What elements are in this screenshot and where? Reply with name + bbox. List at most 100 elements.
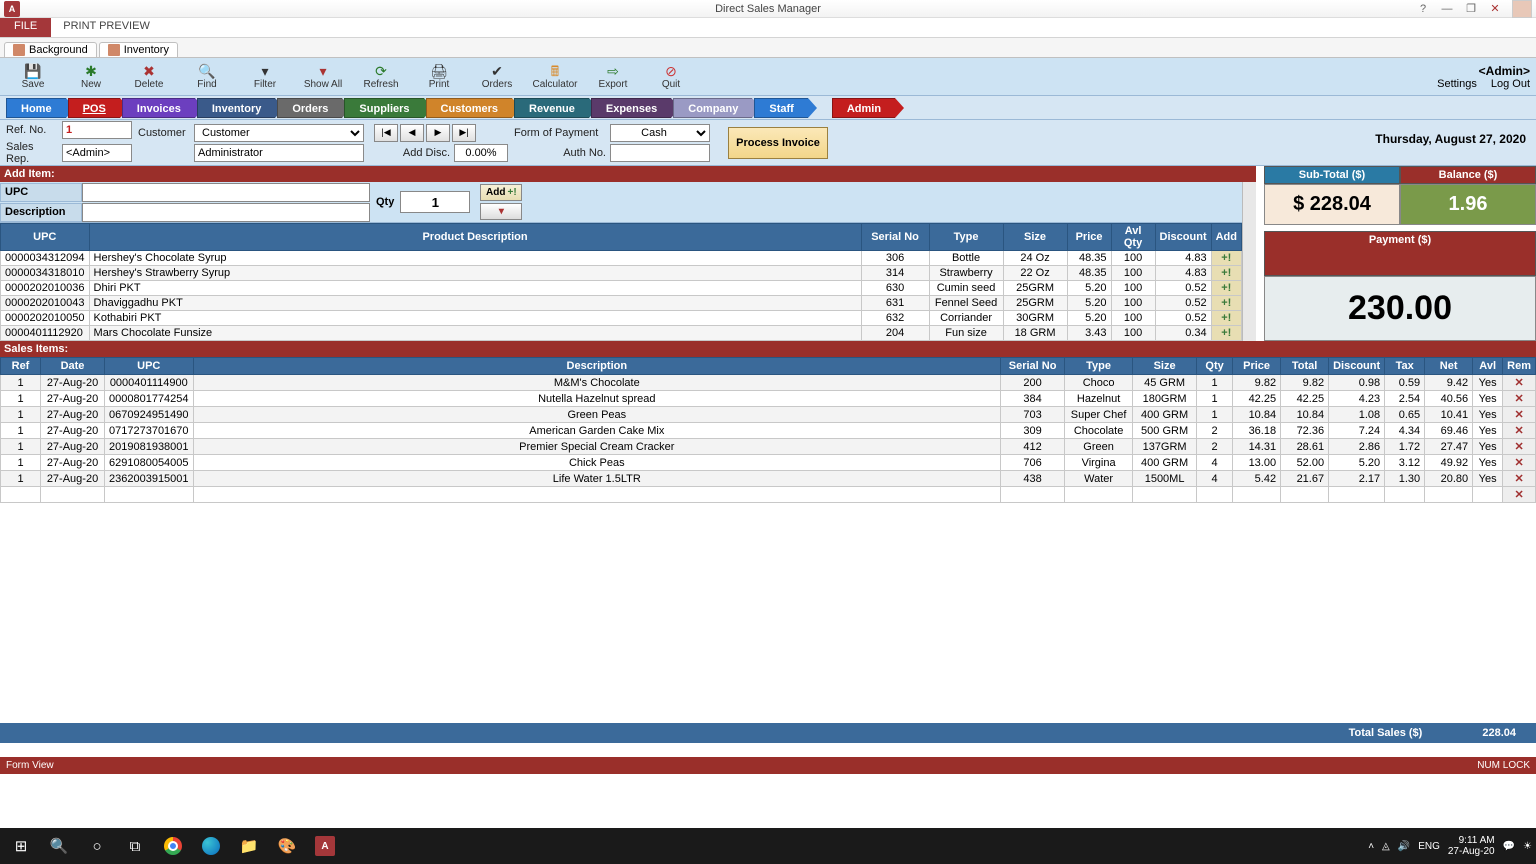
ref-no-input[interactable] bbox=[62, 121, 132, 139]
tab-file[interactable]: FILE bbox=[0, 18, 51, 37]
edge-icon[interactable] bbox=[194, 831, 228, 861]
remove-row-icon[interactable]: ✕ bbox=[1503, 407, 1536, 423]
nav-customers[interactable]: Customers bbox=[426, 98, 512, 118]
tool-label: Export bbox=[599, 79, 628, 90]
clock[interactable]: 9:11 AM27-Aug-20 bbox=[1448, 835, 1495, 857]
refresh-button[interactable]: ⟳Refresh bbox=[354, 60, 408, 94]
minimize-icon[interactable]: — bbox=[1436, 3, 1458, 15]
find-button[interactable]: 🔍Find bbox=[180, 60, 234, 94]
save-button[interactable]: 💾Save bbox=[6, 60, 60, 94]
access-app-icon[interactable]: A bbox=[308, 831, 342, 861]
add-row-icon[interactable]: +! bbox=[1211, 311, 1241, 326]
nav-next-icon[interactable]: ▶ bbox=[426, 124, 450, 142]
table-row[interactable]: 0000034312094Hershey's Chocolate Syrup30… bbox=[1, 251, 1242, 266]
paint-icon[interactable]: 🎨 bbox=[270, 831, 304, 861]
volume-icon[interactable]: 🔊 bbox=[1398, 841, 1410, 852]
logout-link[interactable]: Log Out bbox=[1491, 78, 1530, 90]
table-row[interactable]: 127-Aug-200000401114900M&M's Chocolate20… bbox=[1, 375, 1536, 391]
table-row[interactable]: 0000202010043Dhaviggadhu PKT631Fennel Se… bbox=[1, 296, 1242, 311]
task-view-icon[interactable]: ⧉ bbox=[118, 831, 152, 861]
remove-row-icon[interactable]: ✕ bbox=[1503, 487, 1536, 503]
remove-row-icon[interactable]: ✕ bbox=[1503, 439, 1536, 455]
settings-link[interactable]: Settings bbox=[1437, 78, 1477, 90]
table-row[interactable]: 127-Aug-206291080054005Chick Peas706Virg… bbox=[1, 455, 1536, 471]
role-input[interactable] bbox=[194, 144, 364, 162]
nav-expenses[interactable]: Expenses bbox=[591, 98, 671, 118]
tab-print-preview[interactable]: PRINT PREVIEW bbox=[51, 18, 162, 37]
doc-tab-background[interactable]: Background bbox=[4, 42, 97, 57]
table-row[interactable]: 0000034318010Hershey's Strawberry Syrup3… bbox=[1, 266, 1242, 281]
add-row-icon[interactable]: +! bbox=[1211, 281, 1241, 296]
remove-row-icon[interactable]: ✕ bbox=[1503, 391, 1536, 407]
nav-company[interactable]: Company bbox=[673, 98, 752, 118]
nav-orders[interactable]: Orders bbox=[277, 98, 342, 118]
nav-home[interactable]: Home bbox=[6, 98, 66, 118]
calculator-button[interactable]: 🖩Calculator bbox=[528, 60, 582, 94]
table-row[interactable]: 127-Aug-202019081938001Premier Special C… bbox=[1, 439, 1536, 455]
filter-clear-button[interactable]: ▾ bbox=[480, 203, 522, 220]
upc-input[interactable] bbox=[82, 183, 370, 202]
system-tray[interactable]: ˄ ◬ 🔊 ENG 9:11 AM27-Aug-20 💬 ☀ bbox=[1368, 835, 1532, 857]
table-row[interactable]: 127-Aug-200670924951490Green Peas703Supe… bbox=[1, 407, 1536, 423]
print-button[interactable]: 🖨Print bbox=[412, 60, 466, 94]
qty-input[interactable] bbox=[400, 191, 470, 213]
close-icon[interactable]: ✕ bbox=[1484, 2, 1506, 15]
show-all-button[interactable]: ▾Show All bbox=[296, 60, 350, 94]
add-row-icon[interactable]: +! bbox=[1211, 326, 1241, 341]
description-input[interactable] bbox=[82, 203, 370, 222]
nav-suppliers[interactable]: Suppliers bbox=[344, 98, 423, 118]
add-disc-input[interactable] bbox=[454, 144, 508, 162]
add-button[interactable]: Add+! bbox=[480, 184, 522, 201]
remove-row-icon[interactable]: ✕ bbox=[1503, 375, 1536, 391]
table-row[interactable]: 0000401112920Mars Chocolate Funsize204Fu… bbox=[1, 326, 1242, 341]
export-button[interactable]: ⇨Export bbox=[586, 60, 640, 94]
add-row-icon[interactable]: +! bbox=[1211, 266, 1241, 281]
table-row[interactable]: 127-Aug-202362003915001Life Water 1.5LTR… bbox=[1, 471, 1536, 487]
nav-last-icon[interactable]: ▶| bbox=[452, 124, 476, 142]
table-row[interactable]: 0000202010050Kothabiri PKT632Corriander3… bbox=[1, 311, 1242, 326]
add-row-icon[interactable]: +! bbox=[1211, 296, 1241, 311]
cortana-icon[interactable]: ○ bbox=[80, 831, 114, 861]
quit-button[interactable]: ⊘Quit bbox=[644, 60, 698, 94]
new-button[interactable]: ✱New bbox=[64, 60, 118, 94]
avatar[interactable] bbox=[1512, 0, 1532, 18]
file-explorer-icon[interactable]: 📁 bbox=[232, 831, 266, 861]
table-row[interactable]: 0000202010036Dhiri PKT630Cumin seed25GRM… bbox=[1, 281, 1242, 296]
doc-tab-inventory[interactable]: Inventory bbox=[99, 42, 178, 57]
tool-label: Save bbox=[22, 79, 45, 90]
nav-prev-icon[interactable]: ◀ bbox=[400, 124, 424, 142]
process-invoice-button[interactable]: Process Invoice bbox=[728, 127, 828, 159]
nav-invoices[interactable]: Invoices bbox=[122, 98, 195, 118]
sales-rep-input[interactable] bbox=[62, 144, 132, 162]
nav-admin[interactable]: Admin bbox=[832, 98, 895, 118]
table-row[interactable]: 127-Aug-200717273701670American Garden C… bbox=[1, 423, 1536, 439]
nav-pos[interactable]: POS bbox=[68, 98, 120, 118]
orders-button[interactable]: ✔Orders bbox=[470, 60, 524, 94]
tray-chevron-icon[interactable]: ˄ bbox=[1368, 841, 1374, 852]
scrollbar[interactable] bbox=[1242, 182, 1256, 341]
notifications-icon[interactable]: 💬 bbox=[1503, 841, 1515, 852]
search-icon[interactable]: 🔍 bbox=[42, 831, 76, 861]
help-icon[interactable]: ? bbox=[1412, 3, 1434, 15]
chrome-icon[interactable] bbox=[156, 831, 190, 861]
customer-select[interactable]: Customer bbox=[194, 124, 364, 142]
filter-button[interactable]: ▾Filter bbox=[238, 60, 292, 94]
auth-no-input[interactable] bbox=[610, 144, 710, 162]
remove-row-icon[interactable]: ✕ bbox=[1503, 471, 1536, 487]
restore-icon[interactable]: ❐ bbox=[1460, 2, 1482, 15]
nav-staff[interactable]: Staff bbox=[754, 98, 807, 118]
check-icon: ✔ bbox=[491, 63, 503, 79]
table-row[interactable]: 127-Aug-200000801774254Nutella Hazelnut … bbox=[1, 391, 1536, 407]
start-icon[interactable]: ⊞ bbox=[4, 831, 38, 861]
delete-button[interactable]: ✖Delete bbox=[122, 60, 176, 94]
payment-form-select[interactable]: Cash bbox=[610, 124, 710, 142]
wifi-icon[interactable]: ◬ bbox=[1382, 841, 1390, 852]
nav-revenue[interactable]: Revenue bbox=[514, 98, 589, 118]
language-indicator[interactable]: ENG bbox=[1418, 841, 1440, 852]
remove-row-icon[interactable]: ✕ bbox=[1503, 455, 1536, 471]
nav-first-icon[interactable]: |◀ bbox=[374, 124, 398, 142]
weather-icon[interactable]: ☀ bbox=[1523, 841, 1532, 852]
nav-inventory[interactable]: Inventory bbox=[197, 98, 276, 118]
remove-row-icon[interactable]: ✕ bbox=[1503, 423, 1536, 439]
add-row-icon[interactable]: +! bbox=[1211, 251, 1241, 266]
